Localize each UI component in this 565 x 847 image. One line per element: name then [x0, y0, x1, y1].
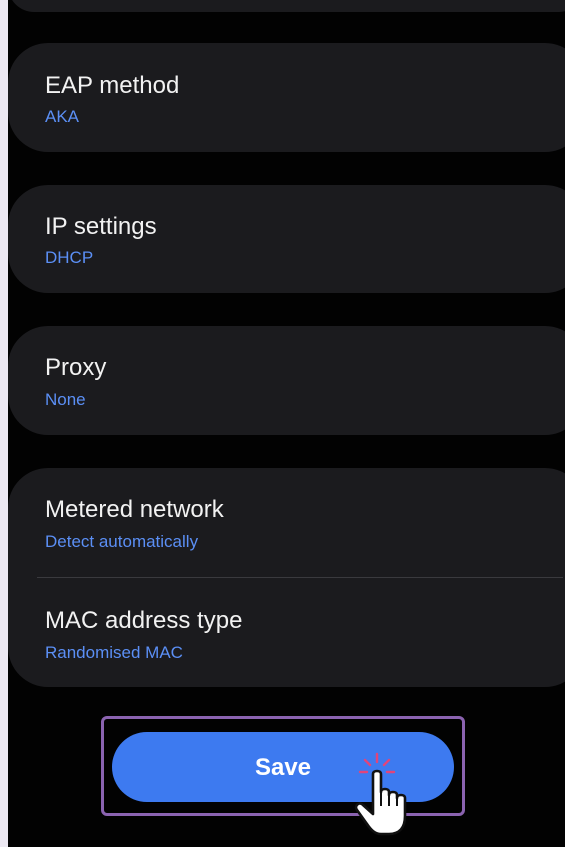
eap-method-card[interactable]: EAP method AKA: [8, 43, 565, 152]
ip-settings-item[interactable]: IP settings DHCP: [45, 213, 565, 273]
list-divider: [37, 577, 563, 578]
eap-method-value: AKA: [45, 107, 80, 126]
eap-method-title: EAP method: [45, 72, 180, 99]
proxy-card[interactable]: Proxy None: [8, 326, 565, 435]
mac-address-type-title: MAC address type: [45, 607, 243, 634]
ip-settings-value: DHCP: [45, 248, 94, 267]
metered-network-item[interactable]: Metered network Detect automatically: [45, 496, 565, 556]
ip-settings-card[interactable]: IP settings DHCP: [8, 185, 565, 293]
mac-address-type-value: Randomised MAC: [45, 643, 183, 662]
proxy-title: Proxy: [45, 354, 107, 381]
save-button[interactable]: Save: [112, 732, 454, 802]
metered-network-title: Metered network: [45, 496, 224, 523]
ip-settings-title: IP settings: [45, 213, 157, 240]
previous-card: [8, 0, 565, 12]
network-options-card: Metered network Detect automatically MAC…: [8, 468, 565, 687]
mac-address-type-item[interactable]: MAC address type Randomised MAC: [45, 607, 565, 667]
metered-network-value: Detect automatically: [45, 532, 199, 551]
proxy-value: None: [45, 390, 86, 409]
eap-method-item[interactable]: EAP method AKA: [45, 72, 565, 132]
proxy-item[interactable]: Proxy None: [45, 354, 565, 414]
